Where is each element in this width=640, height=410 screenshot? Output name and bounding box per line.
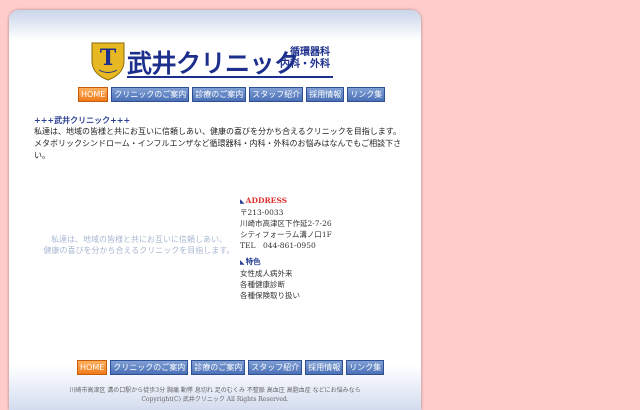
tagline-line-1: 私達は、地域の皆様と共にお互いに信頼しあい、 (51, 235, 227, 244)
clinic-emblem-icon: T (91, 42, 125, 81)
nav-treatment-guide[interactable]: 診療のご案内 (192, 87, 247, 102)
intro-heading: +++武井クリニック+++ (34, 115, 131, 125)
clinic-name: 武井クリニック (127, 49, 299, 78)
bullet-icon: ◣ (240, 259, 245, 266)
intro-text: 私達は、地域の皆様と共にお互いに信頼しあい、健康の喜びを分かち合えるクリニックを… (34, 126, 414, 162)
tagline-line-2: 健康の喜びを分かち合えるクリニックを目指します。 (43, 246, 235, 255)
specialty-line-2: 内科・外科 (280, 59, 330, 70)
nav-treatment-guide[interactable]: 診療のご案内 (191, 360, 246, 375)
address-block: ◣ADDRESS 〒213-0033 川崎市高津区下作延2-7-26 シティフォ… (240, 195, 410, 251)
tagline: 私達は、地域の皆様と共にお互いに信頼しあい、 健康の喜びを分かち合えるクリニック… (39, 234, 239, 256)
address-street: 川崎市高津区下作延2-7-26 (240, 219, 332, 228)
footer-keywords: 川崎市高津区 溝の口駅から徒歩3分 胸痛 動悸 息切れ 足のむくみ 不整脈 高血… (69, 387, 361, 394)
nav-recruit[interactable]: 採用情報 (305, 360, 344, 375)
address-building: シティフォーラム溝ノ口1F (240, 230, 332, 239)
nav-links[interactable]: リンク集 (346, 360, 385, 375)
feature-item: 女性成人病外来 (240, 269, 293, 278)
address-heading-label: ADDRESS (245, 196, 288, 205)
nav-staff[interactable]: スタッフ紹介 (249, 87, 304, 102)
bullet-icon: ◣ (240, 198, 245, 205)
nav-home[interactable]: HOME (78, 87, 109, 102)
intro-line-2: メタボリックシンドローム・インフルエンザなど循環器科・内科・外科のお悩みはなんで… (34, 139, 402, 160)
nav-recruit[interactable]: 採用情報 (306, 87, 345, 102)
nav-links[interactable]: リンク集 (347, 87, 386, 102)
intro-line-1: 私達は、地域の皆様と共にお互いに信頼しあい、健康の喜びを分かち合えるクリニックを… (34, 127, 401, 136)
address-tel: TEL 044-861-0950 (240, 241, 316, 250)
main-nav-bottom: HOME クリニックのご案内 診療のご案内 スタッフ紹介 採用情報 リンク集 (77, 360, 387, 375)
features-block: ◣特色 女性成人病外来 各種健康診断 各種保険取り扱い (240, 256, 410, 301)
feature-item: 各種保険取り扱い (240, 291, 300, 300)
feature-item: 各種健康診断 (240, 280, 285, 289)
header-band (9, 10, 421, 40)
nav-clinic-guide[interactable]: クリニックのご案内 (110, 360, 189, 375)
emblem-letter: T (100, 45, 117, 71)
logo-underline (127, 76, 333, 78)
features-heading: ◣特色 (240, 256, 410, 268)
address-postal: 〒213-0033 (240, 208, 284, 217)
nav-clinic-guide[interactable]: クリニックのご案内 (111, 87, 190, 102)
features-heading-label: 特色 (245, 257, 261, 266)
address-heading: ◣ADDRESS (240, 195, 410, 207)
clinic-specialties: 循環器科 内科・外科 (280, 47, 330, 71)
page-container: T 武井クリニック 循環器科 内科・外科 HOME クリニックのご案内 診療のご… (9, 10, 421, 410)
specialty-line-1: 循環器科 (290, 47, 330, 58)
nav-staff[interactable]: スタッフ紹介 (248, 360, 303, 375)
nav-home[interactable]: HOME (77, 360, 108, 375)
footer: 川崎市高津区 溝の口駅から徒歩3分 胸痛 動悸 息切れ 足のむくみ 不整脈 高血… (9, 386, 421, 404)
main-nav-top: HOME クリニックのご案内 診療のご案内 スタッフ紹介 採用情報 リンク集 (78, 87, 388, 102)
